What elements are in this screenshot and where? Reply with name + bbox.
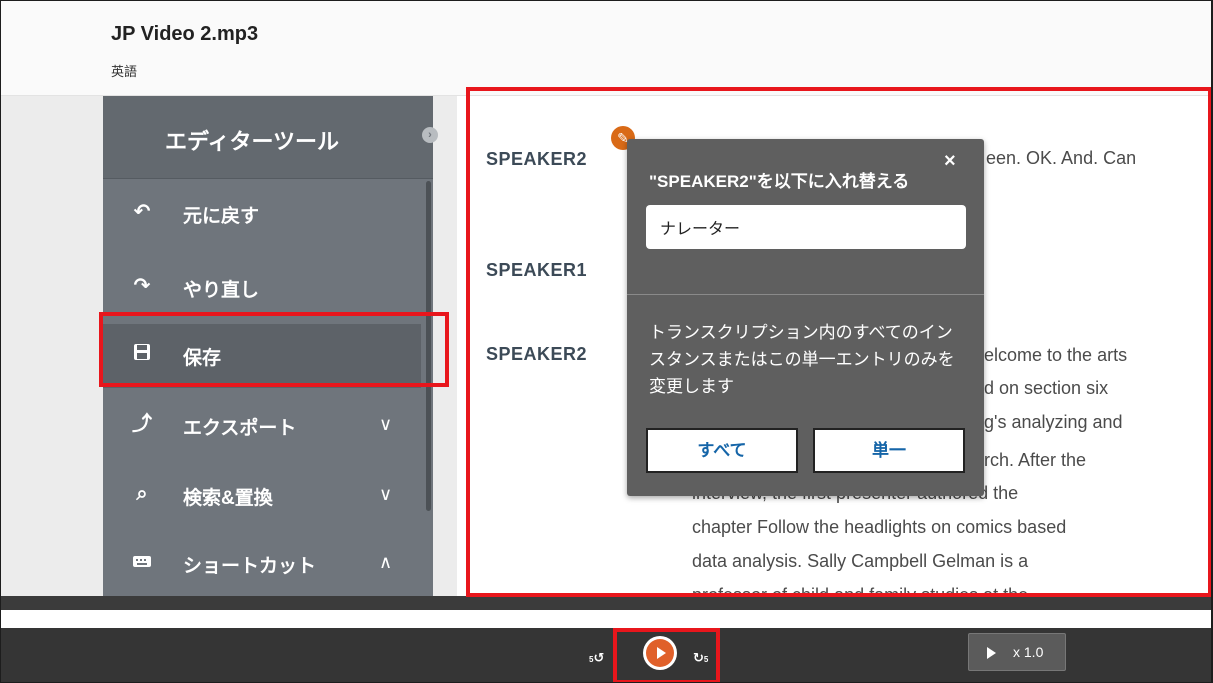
sidebar-item-search-replace[interactable]: ⌕ 検索&置換 ∨: [103, 464, 421, 528]
sidebar-item-label: ショートカット: [183, 556, 317, 577]
sidebar-title: エディターツール: [165, 129, 340, 154]
sidebar-item-undo[interactable]: ↶ 元に戻す: [103, 182, 421, 246]
speaker-name-input[interactable]: [646, 205, 966, 249]
popup-divider: [627, 294, 984, 295]
sidebar-item-label: エクスポート: [183, 418, 297, 439]
rewind-5s-button[interactable]: 5↺: [589, 650, 604, 666]
chevron-down-icon: ∨: [379, 414, 393, 434]
sidebar-item-shortcuts[interactable]: ショートカット ∧: [103, 532, 421, 596]
popup-description: トランスクリプション内のすべてのインスタンスまたはこの単一エントリのみを変更しま…: [649, 323, 955, 396]
player-separator: [1, 596, 1211, 610]
audio-player-bar: 5↺ ↻5 x 1.0: [1, 628, 1211, 682]
replace-all-button[interactable]: すべて: [646, 428, 798, 473]
play-highlight-box: [613, 628, 720, 682]
sidebar-item-export[interactable]: ⤴ エクスポート ∨: [103, 394, 421, 458]
export-icon: ⤴: [132, 413, 152, 435]
file-language: 英語: [111, 64, 138, 79]
replace-speaker-popup: "SPEAKER2"を以下に入れ替える × トランスクリプション内のすべてのイン…: [627, 139, 984, 496]
rewind-icon: ↺: [593, 650, 605, 665]
sidebar-item-label: 元に戻す: [183, 206, 260, 227]
play-triangle-icon: [987, 647, 996, 659]
chevron-up-icon: ∧: [379, 552, 393, 572]
close-icon[interactable]: ×: [944, 150, 956, 173]
file-title: JP Video 2.mp3: [111, 23, 259, 45]
playback-speed-label: x 1.0: [1013, 644, 1044, 660]
keyboard-icon: [131, 551, 153, 573]
save-highlight-box: [99, 312, 449, 387]
undo-icon: ↶: [133, 201, 151, 223]
chevron-down-icon: ∨: [379, 484, 393, 504]
sidebar-header: エディターツール ›: [103, 96, 438, 179]
sidebar-item-label: 検索&置換: [183, 488, 273, 509]
popup-title: "SPEAKER2"を以下に入れ替える: [649, 172, 910, 191]
redo-icon: ↷: [133, 275, 151, 297]
replace-single-button[interactable]: 単一: [813, 428, 965, 473]
sidebar-item-redo[interactable]: ↷ やり直し: [103, 256, 421, 320]
playback-speed-button[interactable]: x 1.0: [968, 633, 1066, 671]
file-header: JP Video 2.mp3 英語: [1, 1, 1211, 96]
player-gap: [1, 610, 1211, 628]
sidebar-item-label: やり直し: [183, 280, 260, 301]
left-margin: [1, 96, 103, 596]
app-window: JP Video 2.mp3 英語 エディターツール › ↶ 元に戻す ↷ やり…: [0, 0, 1213, 683]
collapse-sidebar-button[interactable]: ›: [422, 127, 438, 143]
search-replace-icon: ⌕: [136, 483, 148, 505]
